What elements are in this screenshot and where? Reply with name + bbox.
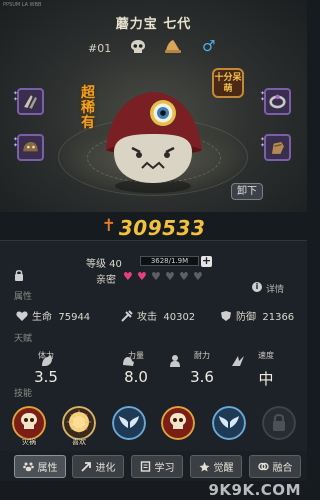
talent-stamina: 体力 3.5 <box>26 350 66 386</box>
tab-learn-label: 学习 <box>154 463 175 474</box>
stat-defense-value: 21366 <box>262 312 295 323</box>
heart-empty-icon: ♥ <box>179 270 189 283</box>
skill-5-wing-skill-icon[interactable] <box>212 406 246 440</box>
skill-2-burst-skill-icon[interactable] <box>62 406 96 440</box>
skill-2-label: 喜欢 <box>72 438 86 446</box>
talent-endurance: 耐力 3.6 <box>182 350 222 386</box>
tab-evolve[interactable]: 进化 <box>72 455 124 478</box>
talent-stamina-label: 体力 <box>38 351 54 360</box>
equip-slot-right-top[interactable]: ✦ ✦ <box>260 88 291 115</box>
ring-item-icon <box>269 94 286 109</box>
star-dots-icon: ✦ ✦ <box>13 90 19 103</box>
evolve-arrow-icon <box>80 462 91 472</box>
paw-icon <box>22 462 34 472</box>
equip-slot-right-bottom[interactable]: ✦ ✦ <box>260 134 291 161</box>
talent-speed-value: 中 <box>258 370 274 388</box>
heart-empty-icon: ♥ <box>165 270 175 283</box>
talent-strength-label: 力量 <box>128 351 144 360</box>
pet-name: 蘑力宝 七代 <box>115 17 192 32</box>
beast-item-icon <box>23 141 38 152</box>
attack-icon <box>121 310 133 322</box>
tab-awaken-label: 觉醒 <box>213 463 234 474</box>
talent-endurance-label: 耐力 <box>194 351 210 360</box>
heart-empty-icon: ♥ <box>151 270 161 283</box>
add-exp-button[interactable]: + <box>201 255 212 267</box>
tab-fusion[interactable]: 融合 <box>249 455 301 478</box>
stat-health-label: 生命 <box>32 312 52 323</box>
skill-1-skull-skill-icon[interactable] <box>12 406 46 440</box>
talent-strength-value: 8.0 <box>124 368 148 386</box>
unequip-button[interactable]: 卸下 <box>231 183 263 200</box>
talents-section-label: 天赋 <box>14 334 33 344</box>
awaken-icon <box>199 462 209 472</box>
speed-icon <box>232 356 244 366</box>
intimacy-label: 亲密 <box>96 275 116 286</box>
tab-attributes-label: 属性 <box>37 463 58 474</box>
exp-bar: 3628/1.9M <box>140 256 199 266</box>
gauntlet-item-icon <box>271 141 284 154</box>
tab-learn[interactable]: 学习 <box>131 455 183 478</box>
tab-awaken[interactable]: 觉醒 <box>190 455 242 478</box>
attributes-section-label: 属性 <box>14 292 33 302</box>
stat-attack: 攻击 40302 <box>121 308 195 323</box>
equip-slot-left-top[interactable]: ✦ ✦ <box>13 88 44 115</box>
claw-item-icon <box>24 95 37 109</box>
detail-link[interactable]: 详情 <box>266 282 284 295</box>
lock-icon[interactable] <box>14 269 24 281</box>
stat-defense-label: 防御 <box>236 312 256 323</box>
equip-slot-left-bottom[interactable]: ✦ ✦ <box>13 134 44 161</box>
skull-icon <box>131 40 145 53</box>
talent-endurance-value: 3.6 <box>190 368 214 386</box>
star-dots-icon: ✦ ✦ <box>13 136 19 149</box>
health-icon <box>16 311 28 321</box>
pet-character <box>106 92 202 193</box>
tab-fusion-label: 融合 <box>272 463 293 474</box>
book-icon <box>140 461 150 472</box>
skill-4-skull-skill-icon[interactable] <box>161 406 195 440</box>
tab-attributes[interactable]: 属性 <box>14 455 66 478</box>
male-icon: ♂ <box>202 37 216 55</box>
stat-defense: 防御 21366 <box>220 308 294 323</box>
info-icon[interactable]: i <box>252 282 262 292</box>
watermark: 9K9K.COM <box>208 481 301 499</box>
skills-section-label: 技能 <box>14 389 33 399</box>
endurance-icon <box>170 355 180 367</box>
skill-3-wing-skill-icon[interactable] <box>112 406 146 440</box>
heart-filled-icon: ♥ <box>123 270 133 283</box>
star-dots-icon: ✦ ✦ <box>260 136 266 149</box>
mushroom-hat-icon <box>165 40 181 53</box>
heart-empty-icon: ♥ <box>193 270 203 283</box>
stat-health: 生命 75944 <box>16 308 90 323</box>
defense-icon <box>221 311 231 321</box>
trait-badge[interactable]: 十分呆萌 <box>212 68 244 98</box>
level-label: 等级 40 <box>86 259 122 270</box>
stat-attack-label: 攻击 <box>137 312 157 323</box>
stat-attack-value: 40302 <box>163 312 196 323</box>
talent-speed: 速度 中 <box>246 350 286 389</box>
tab-evolve-label: 进化 <box>95 463 116 474</box>
power-icon: ✝ <box>101 216 116 236</box>
pet-number: #01 <box>88 42 112 55</box>
fusion-icon <box>257 462 269 471</box>
talent-speed-label: 速度 <box>258 351 274 360</box>
heart-filled-icon: ♥ <box>137 270 147 283</box>
star-dots-icon: ✦ ✦ <box>260 90 266 103</box>
power-value: 309533 <box>118 216 206 240</box>
talent-stamina-value: 3.5 <box>34 368 58 386</box>
skill-1-label: 灾祸 <box>22 438 36 446</box>
stat-health-value: 75944 <box>58 312 91 323</box>
power-display: ✝ 309533 <box>0 216 307 240</box>
skill-6-locked-skill-icon[interactable] <box>262 406 296 440</box>
talent-strength: 力量 8.0 <box>116 350 156 386</box>
status-text: PPSUM LA WBB <box>3 2 42 8</box>
